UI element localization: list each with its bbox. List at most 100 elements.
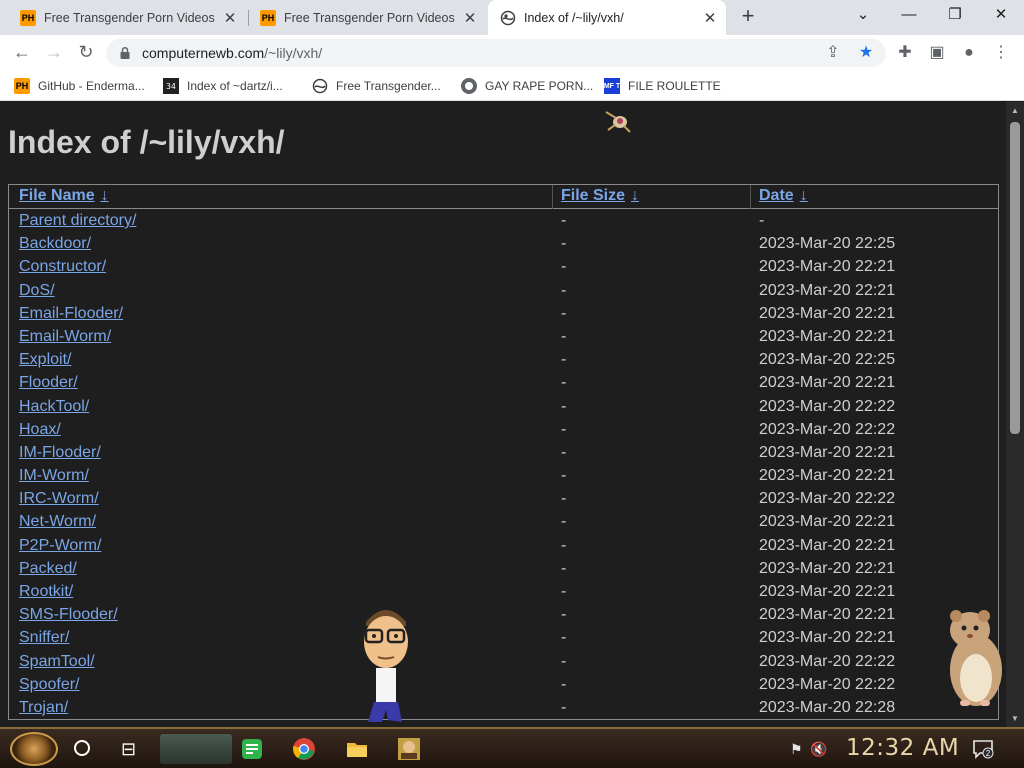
file-link[interactable]: Spoofer/ (19, 676, 79, 694)
table-row: Trojan/ - 2023-Mar-20 22:28 (9, 696, 998, 719)
file-link[interactable]: Email-Worm/ (19, 328, 111, 346)
close-icon[interactable]: ✕ (462, 9, 478, 27)
file-link[interactable]: IM-Flooder/ (19, 444, 101, 462)
file-size: - (561, 420, 567, 438)
file-size: - (561, 698, 567, 716)
sort-by-date-link[interactable]: Date ↓ (759, 187, 808, 205)
scroll-up-icon[interactable]: ▲ (1011, 106, 1019, 115)
globe-icon (500, 10, 516, 25)
file-link[interactable]: SpamTool/ (19, 653, 95, 671)
file-date: 2023-Mar-20 22:21 (759, 629, 896, 647)
close-window-icon[interactable]: ✕ (986, 4, 1016, 28)
tab-1[interactable]: PH Free Transgender Porn Videos ✕ (8, 0, 246, 35)
sort-by-size-link[interactable]: File Size ↓ (561, 187, 639, 205)
bookmark-item[interactable]: MF T FILE ROULETTE (604, 77, 721, 95)
scrollbar-thumb[interactable] (1010, 122, 1020, 434)
minimize-icon[interactable]: — (894, 4, 924, 28)
scrollbar[interactable]: ▲ ▼ (1006, 102, 1024, 727)
file-size: - (561, 443, 567, 461)
file-link[interactable]: Parent directory/ (19, 212, 136, 230)
menu-icon[interactable]: ⋮ (990, 42, 1012, 64)
file-link[interactable]: HackTool/ (19, 398, 89, 416)
file-date: 2023-Mar-20 22:21 (759, 374, 896, 392)
file-link[interactable]: Packed/ (19, 560, 77, 578)
bookmark-star-icon[interactable]: ★ (855, 42, 877, 64)
address-bar[interactable]: computernewb.com/~lily/vxh/ (106, 39, 886, 67)
file-link[interactable]: Net-Worm/ (19, 513, 96, 531)
file-link[interactable]: Constructor/ (19, 258, 106, 276)
file-date: 2023-Mar-20 22:21 (759, 467, 896, 485)
chrome-icon[interactable] (292, 737, 316, 761)
new-tab-button[interactable]: + (737, 5, 759, 28)
file-link[interactable]: Flooder/ (19, 374, 78, 392)
table-row: HackTool/ - 2023-Mar-20 22:22 (9, 395, 998, 418)
tab-2[interactable]: PH Free Transgender Porn Videos ✕ (248, 0, 486, 35)
file-link[interactable]: IRC-Worm/ (19, 490, 99, 508)
side-panel-icon[interactable]: ▣ (926, 42, 948, 64)
taskbar-clock[interactable]: 12:32 AM (846, 735, 959, 761)
close-icon[interactable]: ✕ (702, 9, 718, 27)
extensions-icon[interactable]: ✚ (894, 42, 916, 64)
notification-center-icon[interactable]: 2 (972, 739, 994, 759)
restore-icon[interactable]: ❐ (940, 4, 970, 28)
task-view-icon[interactable]: ⊟ (121, 739, 136, 760)
file-link[interactable]: P2P-Worm/ (19, 537, 101, 555)
system-tray[interactable]: ⚑ 🔇 (790, 741, 828, 758)
app-icon[interactable] (397, 737, 421, 761)
file-link[interactable]: Hoax/ (19, 421, 61, 439)
file-date: 2023-Mar-20 22:25 (759, 235, 896, 253)
start-button[interactable] (10, 732, 58, 766)
file-listing-table: File Name ↓ File Size ↓ Date ↓ Parent direc… (8, 184, 999, 721)
bookmark-item[interactable]: 34 Index of ~dartz/i... (163, 77, 283, 95)
file-size: - (561, 281, 567, 299)
close-icon[interactable]: ✕ (222, 9, 238, 27)
tab-3-active[interactable]: Index of /~lily/vxh/ ✕ (488, 0, 726, 35)
file-date: 2023-Mar-20 22:21 (759, 559, 896, 577)
cartoon-character-icon (364, 610, 408, 722)
reload-icon[interactable]: ↻ (74, 41, 98, 65)
column-header-name: File Name (19, 187, 95, 204)
file-date: 2023-Mar-20 22:25 (759, 351, 896, 369)
table-row: Net-Worm/ - 2023-Mar-20 22:21 (9, 510, 998, 533)
file-date: 2023-Mar-20 22:21 (759, 258, 896, 276)
notes-icon[interactable] (240, 737, 264, 761)
file-size: - (561, 351, 567, 369)
scroll-down-icon[interactable]: ▼ (1011, 714, 1019, 723)
taskbar-search-area[interactable] (160, 734, 232, 764)
file-size: - (561, 583, 567, 600)
file-roulette-icon: MF T (604, 78, 620, 94)
lock-icon[interactable] (118, 46, 132, 60)
table-row: Constructor/ - 2023-Mar-20 22:21 (9, 255, 998, 278)
file-date: - (759, 212, 765, 229)
file-size: - (561, 212, 567, 229)
bookmark-label: GAY RAPE PORN... (485, 79, 594, 93)
file-date: 2023-Mar-20 22:21 (759, 583, 896, 600)
file-link[interactable]: SMS-Flooder/ (19, 606, 118, 624)
file-date: 2023-Mar-20 22:21 (759, 536, 896, 554)
profile-icon[interactable]: ● (958, 42, 980, 64)
file-link[interactable]: IM-Worm/ (19, 467, 89, 485)
bookmark-item[interactable]: GAY RAPE PORN... (461, 77, 593, 95)
sort-by-name-link[interactable]: File Name ↓ (19, 187, 109, 205)
file-link[interactable]: Sniffer/ (19, 629, 69, 647)
forward-icon[interactable]: → (42, 41, 66, 65)
folder-icon[interactable] (345, 737, 369, 761)
file-link[interactable]: Rootkit/ (19, 583, 73, 601)
bookmark-item[interactable]: Free Transgender... (312, 77, 441, 95)
file-date: 2023-Mar-20 22:21 (759, 513, 896, 531)
back-icon[interactable]: ← (10, 41, 34, 65)
cortana-icon[interactable] (74, 740, 90, 756)
file-link[interactable]: Backdoor/ (19, 235, 91, 253)
file-date: 2023-Mar-20 22:22 (759, 675, 896, 693)
file-link[interactable]: Exploit/ (19, 351, 71, 369)
share-icon[interactable]: ⇪ (822, 42, 844, 64)
cursor-pet-icon (605, 111, 631, 133)
page-content: Index of /~lily/vxh/ File Name ↓ File Siz… (0, 102, 1006, 727)
table-row: IRC-Worm/ - 2023-Mar-20 22:22 (9, 487, 998, 510)
bookmark-item[interactable]: PH GitHub - Enderma... (14, 77, 145, 95)
file-link[interactable]: DoS/ (19, 282, 55, 300)
file-link[interactable]: Trojan/ (19, 699, 68, 717)
ph-icon: PH (14, 78, 30, 94)
file-link[interactable]: Email-Flooder/ (19, 305, 123, 323)
tab-search-icon[interactable]: ⌄ (848, 4, 878, 28)
